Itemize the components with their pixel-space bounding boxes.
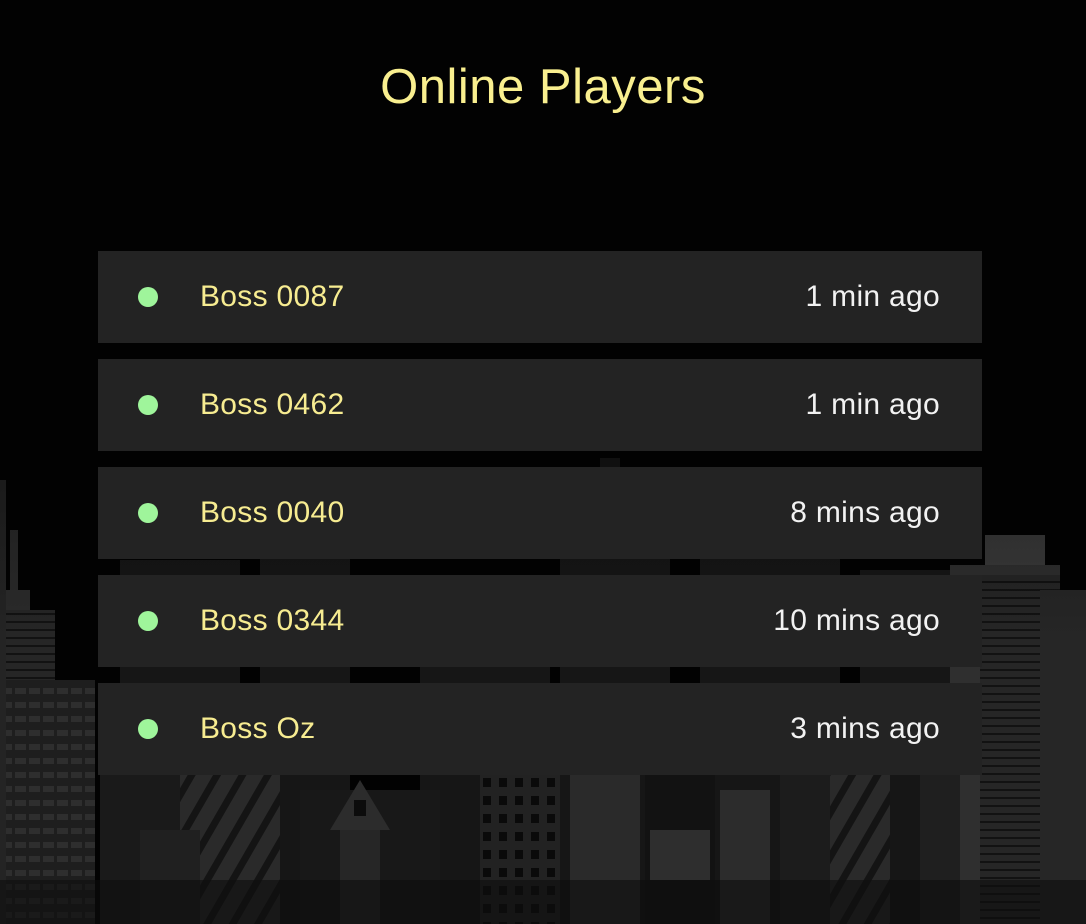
player-name: Boss Oz <box>200 712 316 745</box>
player-name: Boss 0462 <box>200 388 345 421</box>
online-dot-icon <box>138 719 158 739</box>
player-row[interactable]: Boss 0462 1 min ago <box>98 359 982 451</box>
online-players-list: Boss 0087 1 min ago Boss 0462 1 min ago Boss… <box>98 251 982 791</box>
last-seen-time: 1 min ago <box>805 280 940 313</box>
page-title: Online Players <box>380 60 706 114</box>
online-dot-icon <box>138 611 158 631</box>
player-name: Boss 0040 <box>200 496 345 529</box>
player-row[interactable]: Boss Oz 3 mins ago <box>98 683 982 775</box>
online-players-screen: Online Players Boss 0087 1 min ago Boss 04… <box>0 0 1086 924</box>
online-dot-icon <box>138 503 158 523</box>
player-name: Boss 0087 <box>200 280 345 313</box>
last-seen-time: 10 mins ago <box>773 604 940 637</box>
online-dot-icon <box>138 287 158 307</box>
player-row[interactable]: Boss 0344 10 mins ago <box>98 575 982 667</box>
last-seen-time: 8 mins ago <box>790 496 940 529</box>
online-dot-icon <box>138 395 158 415</box>
player-row[interactable]: Boss 0040 8 mins ago <box>98 467 982 559</box>
last-seen-time: 3 mins ago <box>790 712 940 745</box>
last-seen-time: 1 min ago <box>805 388 940 421</box>
player-row[interactable]: Boss 0087 1 min ago <box>98 251 982 343</box>
player-name: Boss 0344 <box>200 604 345 637</box>
